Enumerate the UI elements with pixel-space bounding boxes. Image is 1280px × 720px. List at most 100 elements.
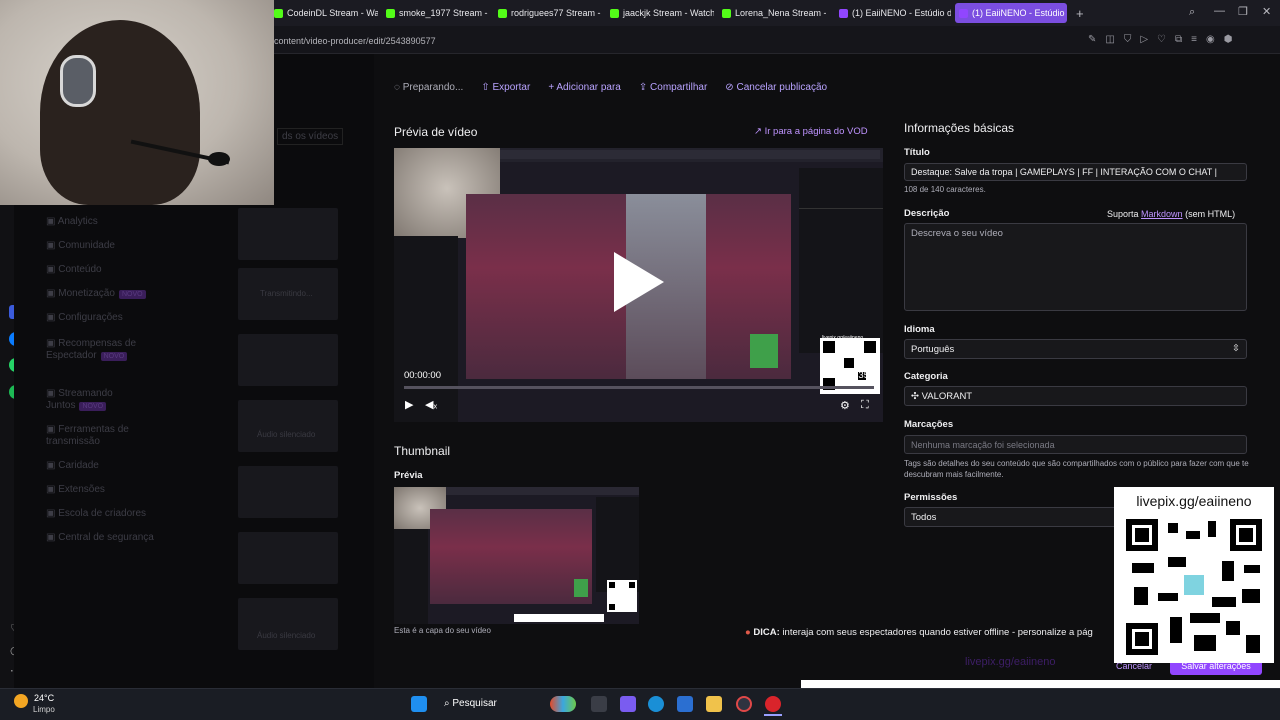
weather-text[interactable]: Limpo <box>33 705 55 714</box>
nav-item[interactable]: ▣ Monetização NOVO <box>46 288 166 301</box>
new-badge: NOVO <box>100 352 128 361</box>
tools-icon: ▣ <box>46 424 59 435</box>
nav-item[interactable]: ▣ Central de segurança <box>46 532 166 544</box>
tab-favicon-icon <box>610 8 619 18</box>
play-icon[interactable]: ▷ <box>1140 34 1148 45</box>
url-text[interactable]: content/video-producer/edit/2543890577 <box>274 36 436 46</box>
widget-icon[interactable] <box>550 696 576 712</box>
nav-item[interactable]: ▣ Ferramentas de transmissão <box>46 424 166 448</box>
video-row-thumb <box>238 532 338 584</box>
edit-icon[interactable]: ✎ <box>1088 34 1096 45</box>
minimize-button[interactable]: — <box>1214 5 1225 17</box>
nav-item[interactable]: ▣ Comunidade <box>46 240 166 252</box>
title-label: Título <box>904 147 930 158</box>
shield-icon[interactable]: ⛉ <box>1124 34 1132 45</box>
mute-icon[interactable]: ◀ₓ <box>425 398 437 411</box>
share-button[interactable]: ⇪ Compartilhar <box>639 82 707 93</box>
markdown-link[interactable]: Markdown <box>1141 209 1183 219</box>
menu-icon[interactable]: ≡ <box>1191 34 1197 45</box>
nav-item[interactable]: ▣ Conteúdo <box>46 264 166 276</box>
browser-tab[interactable]: Lorena_Nena Stream - Wa <box>718 3 826 23</box>
fullscreen-icon[interactable]: ⛶ <box>861 399 869 412</box>
browser-tab[interactable]: (1) EaiiNENO - Estúdio de <box>835 3 951 23</box>
app-icon[interactable] <box>736 696 752 712</box>
screenshot-icon[interactable]: ◫ <box>1105 34 1114 45</box>
settings-icon[interactable]: ⚙ <box>840 399 850 412</box>
row-status: Transmitindo... <box>260 289 313 298</box>
description-label: Descrição <box>904 208 950 219</box>
title-input[interactable]: Destaque: Salve da tropa | GAMEPLAYS | F… <box>904 163 1247 181</box>
browser-tab[interactable]: CodeinDL Stream - Watch <box>270 3 378 23</box>
browser-tab[interactable]: smoke_1977 Stream - Wa <box>382 3 490 23</box>
basic-info-heading: Informações básicas <box>904 121 1015 135</box>
profile-icon[interactable]: ◉ <box>1206 34 1215 45</box>
nav-item[interactable]: ▣ Extensões <box>46 484 166 496</box>
copilot-icon[interactable] <box>620 696 636 712</box>
status-indicator: ◌ Preparando... <box>394 82 464 93</box>
nav-item[interactable]: ▣ Recompensas de Espectador NOVO <box>46 338 166 363</box>
edge-icon[interactable] <box>648 696 664 712</box>
video-row-thumb <box>238 400 338 452</box>
favorite-icon[interactable]: ♡ <box>1157 34 1166 45</box>
cancel-publish-button[interactable]: ⊘ Cancelar publicação <box>725 82 827 93</box>
vod-link[interactable]: ↗ Ir para a página do VOD <box>754 126 868 137</box>
browser-tab[interactable]: rodriguees77 Stream - Wa <box>494 3 602 23</box>
search-tabs-icon[interactable]: ⌕ <box>1189 6 1195 19</box>
opera-icon[interactable] <box>765 696 781 712</box>
category-input[interactable]: ✣ VALORANT <box>904 386 1247 406</box>
new-badge: NOVO <box>118 290 146 299</box>
nav-item[interactable]: ▣ Configurações <box>46 312 166 324</box>
select-arrow-icon: ⇳ <box>1232 343 1240 354</box>
new-badge: NOVO <box>79 402 107 411</box>
search-icon: ⌕ <box>444 698 450 709</box>
extension-icon[interactable]: ⬢ <box>1224 34 1233 45</box>
task-view-icon[interactable] <box>591 696 607 712</box>
play-button-icon[interactable]: ▶ <box>405 398 413 411</box>
add-to-button[interactable]: + Adicionar para <box>548 82 621 93</box>
thumbnail-image[interactable] <box>394 487 639 624</box>
tab-favicon-icon <box>722 8 731 18</box>
tab-favicon-icon <box>386 8 395 18</box>
qr-url: livepix.gg/eaiineno <box>1136 493 1252 509</box>
weather-icon[interactable] <box>14 694 28 708</box>
nav-label: Escola de criadores <box>58 508 147 519</box>
together-icon: ▣ <box>46 388 59 399</box>
nav-label: Monetização <box>58 288 115 299</box>
active-indicator <box>764 714 782 716</box>
windows-start-icon[interactable] <box>411 696 427 712</box>
description-textarea[interactable]: Descreva o seu vídeo <box>904 223 1247 311</box>
collections-icon[interactable]: ⧉ <box>1175 34 1182 45</box>
category-label: Categoria <box>904 371 948 382</box>
tab-label: CodeinDL Stream - Watch <box>287 8 378 18</box>
heart-icon: ▣ <box>46 460 59 471</box>
filter-dropdown[interactable]: ds os vídeos <box>277 128 344 145</box>
close-window-button[interactable]: ✕ <box>1262 5 1271 18</box>
video-row-thumb <box>238 208 338 260</box>
share-icon: ⇪ <box>638 82 648 93</box>
tags-help: Tags são detalhes do seu conteúdo que sã… <box>904 459 1249 479</box>
explorer-icon[interactable] <box>706 696 722 712</box>
shield-icon: ▣ <box>46 532 59 543</box>
play-icon[interactable] <box>614 252 664 312</box>
nav-item[interactable]: ▣ Streamando Juntos NOVO <box>46 388 166 413</box>
maximize-button[interactable]: ❐ <box>1238 5 1248 18</box>
nav-item[interactable]: ▣ Caridade <box>46 460 166 472</box>
tab-label: (1) EaiiNENO - Estúdio de <box>852 8 951 18</box>
thumbnail-caption: Esta é a capa do seu vídeo <box>394 626 491 635</box>
taskbar-search[interactable]: ⌕ Pesquisar <box>444 698 497 709</box>
tags-input[interactable]: Nenhuma marcação foi selecionada <box>904 435 1247 454</box>
nav-label: Caridade <box>58 460 99 471</box>
export-button[interactable]: ⇧ Exportar <box>481 82 530 93</box>
money-icon: ▣ <box>46 288 59 299</box>
nav-item[interactable]: ▣ Analytics <box>46 216 166 228</box>
language-select[interactable]: Português ⇳ <box>904 339 1247 359</box>
browser-tab[interactable]: (1) EaiiNENO - Estúdio de <box>955 3 1067 23</box>
nav-item[interactable]: ▣ Escola de criadores <box>46 508 166 520</box>
browser-tab[interactable]: jaackjk Stream - Watch Liv <box>606 3 714 23</box>
seek-bar[interactable] <box>404 386 874 389</box>
temperature[interactable]: 24°C <box>34 693 54 703</box>
tab-favicon-icon <box>839 8 848 18</box>
store-icon[interactable] <box>677 696 693 712</box>
video-player[interactable]: livepix.gg/eaiineno 00:00:00 00:46:35 ▶ … <box>394 148 883 422</box>
new-tab-button[interactable]: + <box>1076 6 1084 21</box>
